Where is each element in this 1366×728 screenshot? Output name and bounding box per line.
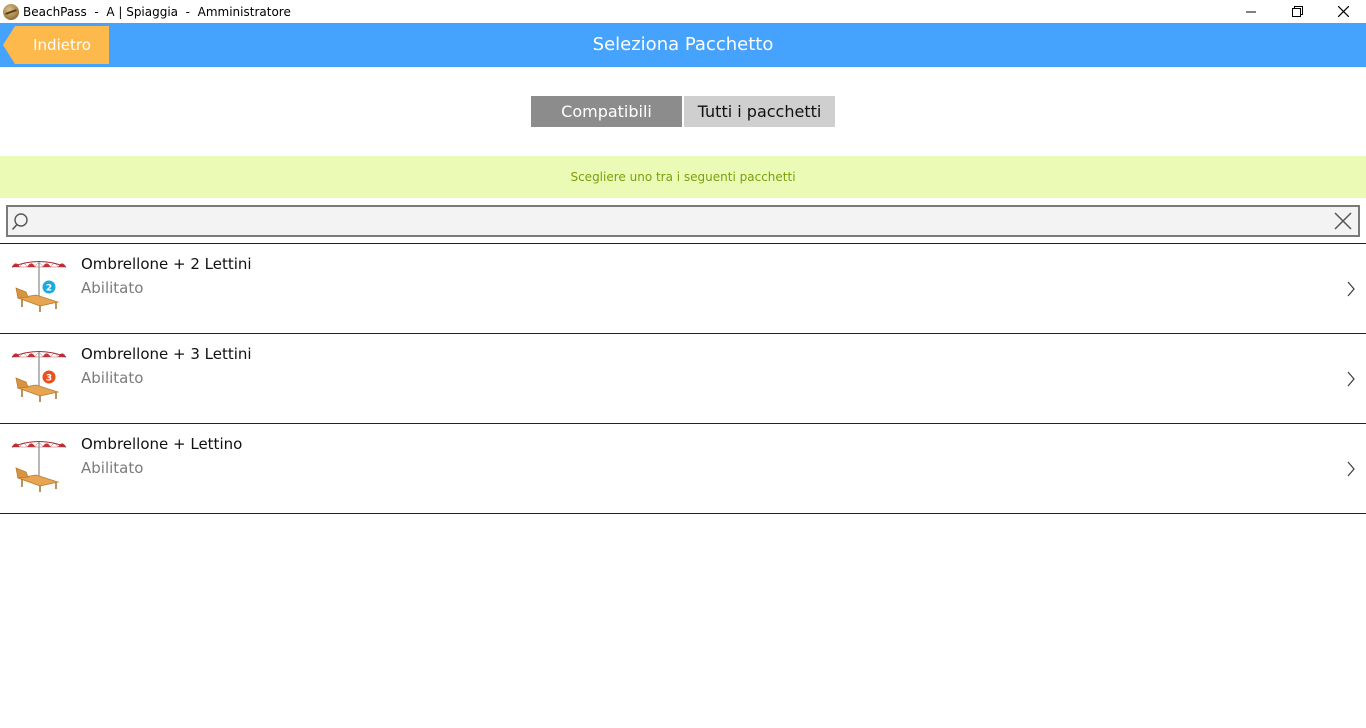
chevron-right-icon (1347, 461, 1355, 477)
package-status: Abilitato (81, 279, 144, 297)
package-row[interactable]: Ombrellone + Lettino Abilitato (0, 424, 1366, 514)
page-header: Indietro Seleziona Pacchetto (0, 23, 1366, 67)
window-titlebar: BeachPass - A | Spiaggia - Amministrator… (0, 0, 1366, 23)
back-button[interactable]: Indietro (3, 26, 109, 64)
quantity-badge: 3 (41, 369, 57, 385)
back-arrow-icon (3, 26, 15, 64)
package-row[interactable]: 2 Ombrellone + 2 Lettini Abilitato (0, 244, 1366, 334)
restore-icon (1291, 6, 1303, 17)
page-title: Seleziona Pacchetto (592, 34, 774, 55)
minimize-button[interactable] (1228, 0, 1274, 23)
instruction-banner: Scegliere uno tra i seguenti pacchetti (0, 156, 1366, 198)
chevron-right-icon (1347, 281, 1355, 297)
package-name: Ombrellone + 2 Lettini (81, 255, 252, 273)
search-input[interactable] (36, 207, 1326, 235)
umbrella-sunbed-icon: 2 (11, 261, 67, 312)
package-list: 2 Ombrellone + 2 Lettini Abilitato 3 Omb… (0, 243, 1366, 514)
clear-search-icon[interactable] (1334, 212, 1352, 230)
umbrella-sunbed-icon (11, 441, 67, 492)
quantity-badge-label: 3 (46, 374, 52, 384)
quantity-badge-label: 2 (46, 284, 52, 294)
package-status: Abilitato (81, 369, 144, 387)
chevron-right-icon (1347, 371, 1355, 387)
package-name: Ombrellone + 3 Lettini (81, 345, 252, 363)
search-icon (11, 213, 28, 231)
close-window-button[interactable] (1320, 0, 1366, 23)
tab-all-packages[interactable]: Tutti i pacchetti (684, 96, 835, 127)
tab-compatible[interactable]: Compatibili (531, 96, 682, 127)
close-icon (1337, 6, 1349, 17)
window-controls (1228, 0, 1366, 23)
package-filter-tabs: Compatibili Tutti i pacchetti (531, 96, 835, 127)
search-box (6, 205, 1360, 237)
restore-button[interactable] (1274, 0, 1320, 23)
package-status: Abilitato (81, 459, 144, 477)
minimize-icon (1246, 11, 1256, 12)
package-name: Ombrellone + Lettino (81, 435, 243, 453)
quantity-badge: 2 (41, 279, 57, 295)
package-row[interactable]: 3 Ombrellone + 3 Lettini Abilitato (0, 334, 1366, 424)
umbrella-sunbed-icon: 3 (11, 351, 67, 402)
window-title: BeachPass - A | Spiaggia - Amministrator… (23, 4, 291, 19)
app-logo-icon (3, 3, 19, 20)
back-button-label: Indietro (15, 26, 109, 64)
